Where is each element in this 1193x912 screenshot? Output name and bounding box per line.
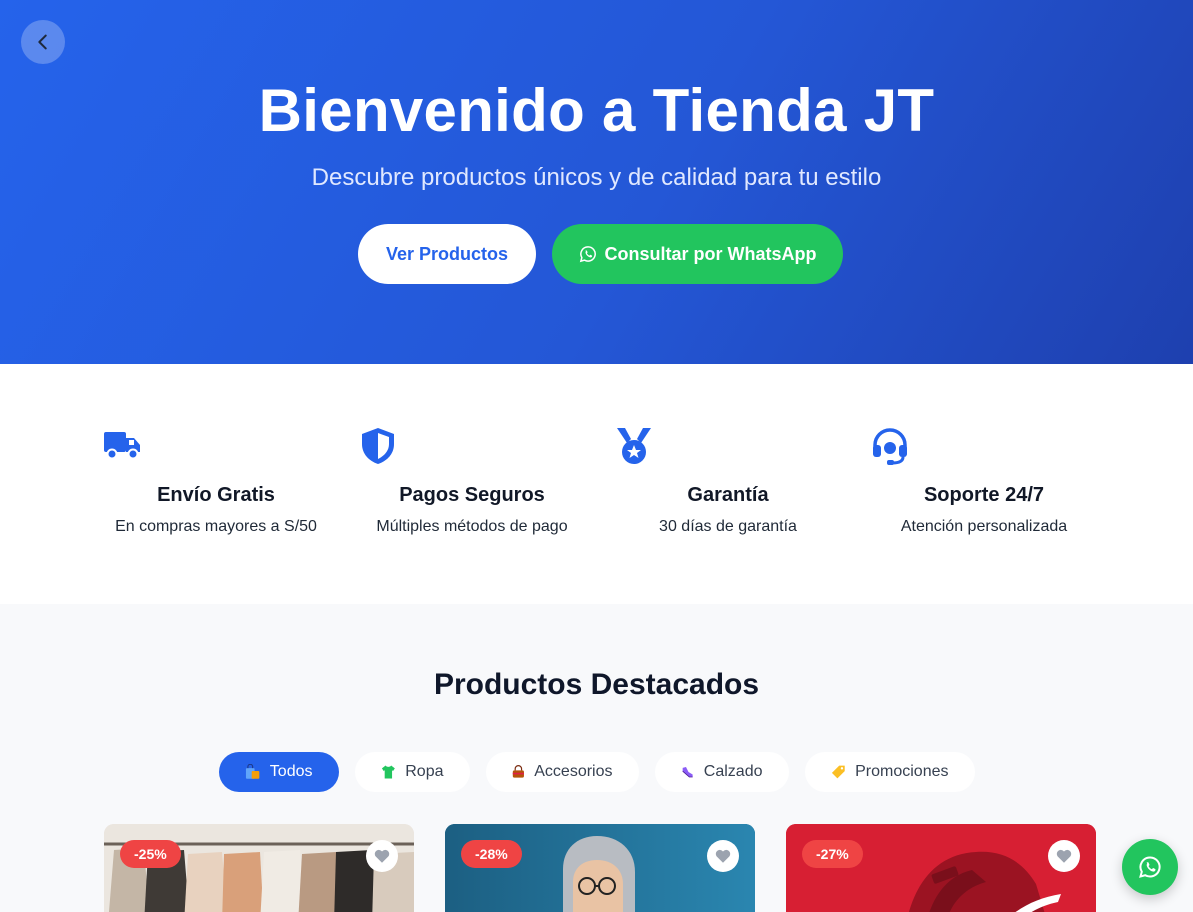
hooded-person-photo <box>445 824 755 912</box>
filter-todos[interactable]: Todos <box>218 752 339 792</box>
filter-accesorios[interactable]: Accesorios <box>485 752 639 792</box>
view-products-button[interactable]: Ver Productos <box>358 224 536 284</box>
features-section: Envío Gratis En compras mayores a S/50 P… <box>0 364 1193 604</box>
favorite-button[interactable] <box>366 840 398 872</box>
products-section-title: Productos Destacados <box>433 668 760 701</box>
filter-label: Promociones <box>855 763 949 780</box>
sneaker-icon <box>681 767 693 778</box>
feature-title: Envío Gratis <box>157 484 275 506</box>
tag-icon <box>831 765 845 779</box>
category-filters: Todos Ropa Accesorios Calzado Promocione… <box>0 752 1193 792</box>
shopping-bags-icon <box>245 764 259 779</box>
hero-actions: Ver Productos Consultar por WhatsApp <box>0 224 1193 284</box>
hero-banner: Bienvenido a Tienda JT Descubre producto… <box>0 0 1193 364</box>
feature-desc: Múltiples métodos de pago <box>376 518 568 535</box>
heart-icon <box>1056 849 1072 863</box>
handbag-icon <box>512 765 524 778</box>
feature-desc: Atención personalizada <box>900 518 1068 535</box>
heart-icon <box>374 849 390 863</box>
filter-label: Todos <box>269 763 313 780</box>
discount-badge: -28% <box>461 840 522 868</box>
filter-ropa[interactable]: Ropa <box>354 752 470 792</box>
heart-icon <box>715 849 731 863</box>
feature-title: Pagos Seguros <box>399 484 545 506</box>
discount-badge: -25% <box>120 840 181 868</box>
whatsapp-consult-label: Consultar por WhatsApp <box>604 243 817 264</box>
favorite-button[interactable] <box>707 840 739 872</box>
filter-label: Accesorios <box>534 763 613 780</box>
whatsapp-floating-button[interactable] <box>1122 839 1178 895</box>
medal-icon <box>617 428 651 464</box>
favorite-button[interactable] <box>1048 840 1080 872</box>
product-card[interactable]: -28% <box>445 824 755 912</box>
whatsapp-icon <box>579 246 596 263</box>
headset-icon <box>873 428 907 465</box>
whatsapp-icon <box>1139 856 1161 878</box>
truck-icon <box>104 432 140 460</box>
filter-promociones[interactable]: Promociones <box>804 752 975 792</box>
hero-subtitle: Descubre productos únicos y de calidad p… <box>311 164 882 191</box>
red-sneaker-photo <box>786 824 1096 912</box>
discount-badge: -27% <box>802 840 863 868</box>
clothing-rack-photo <box>104 824 414 912</box>
product-card[interactable]: -27% <box>786 824 1096 912</box>
feature-desc: 30 días de garantía <box>659 518 797 535</box>
feature-desc: En compras mayores a S/50 <box>115 518 317 535</box>
chevron-left-icon <box>38 34 47 50</box>
whatsapp-consult-button[interactable]: Consultar por WhatsApp <box>552 224 843 284</box>
shield-icon <box>362 428 394 464</box>
feature-title: Garantía <box>687 484 769 506</box>
tshirt-icon <box>381 765 395 779</box>
filter-label: Calzado <box>703 763 763 780</box>
hero-title: Bienvenido a Tienda JT <box>258 77 935 144</box>
filter-calzado[interactable]: Calzado <box>654 752 789 792</box>
product-card[interactable]: -25% <box>104 824 414 912</box>
feature-title: Soporte 24/7 <box>923 484 1045 506</box>
filter-label: Ropa <box>405 763 444 780</box>
view-products-label: Ver Productos <box>385 243 509 264</box>
back-button[interactable] <box>21 20 65 64</box>
